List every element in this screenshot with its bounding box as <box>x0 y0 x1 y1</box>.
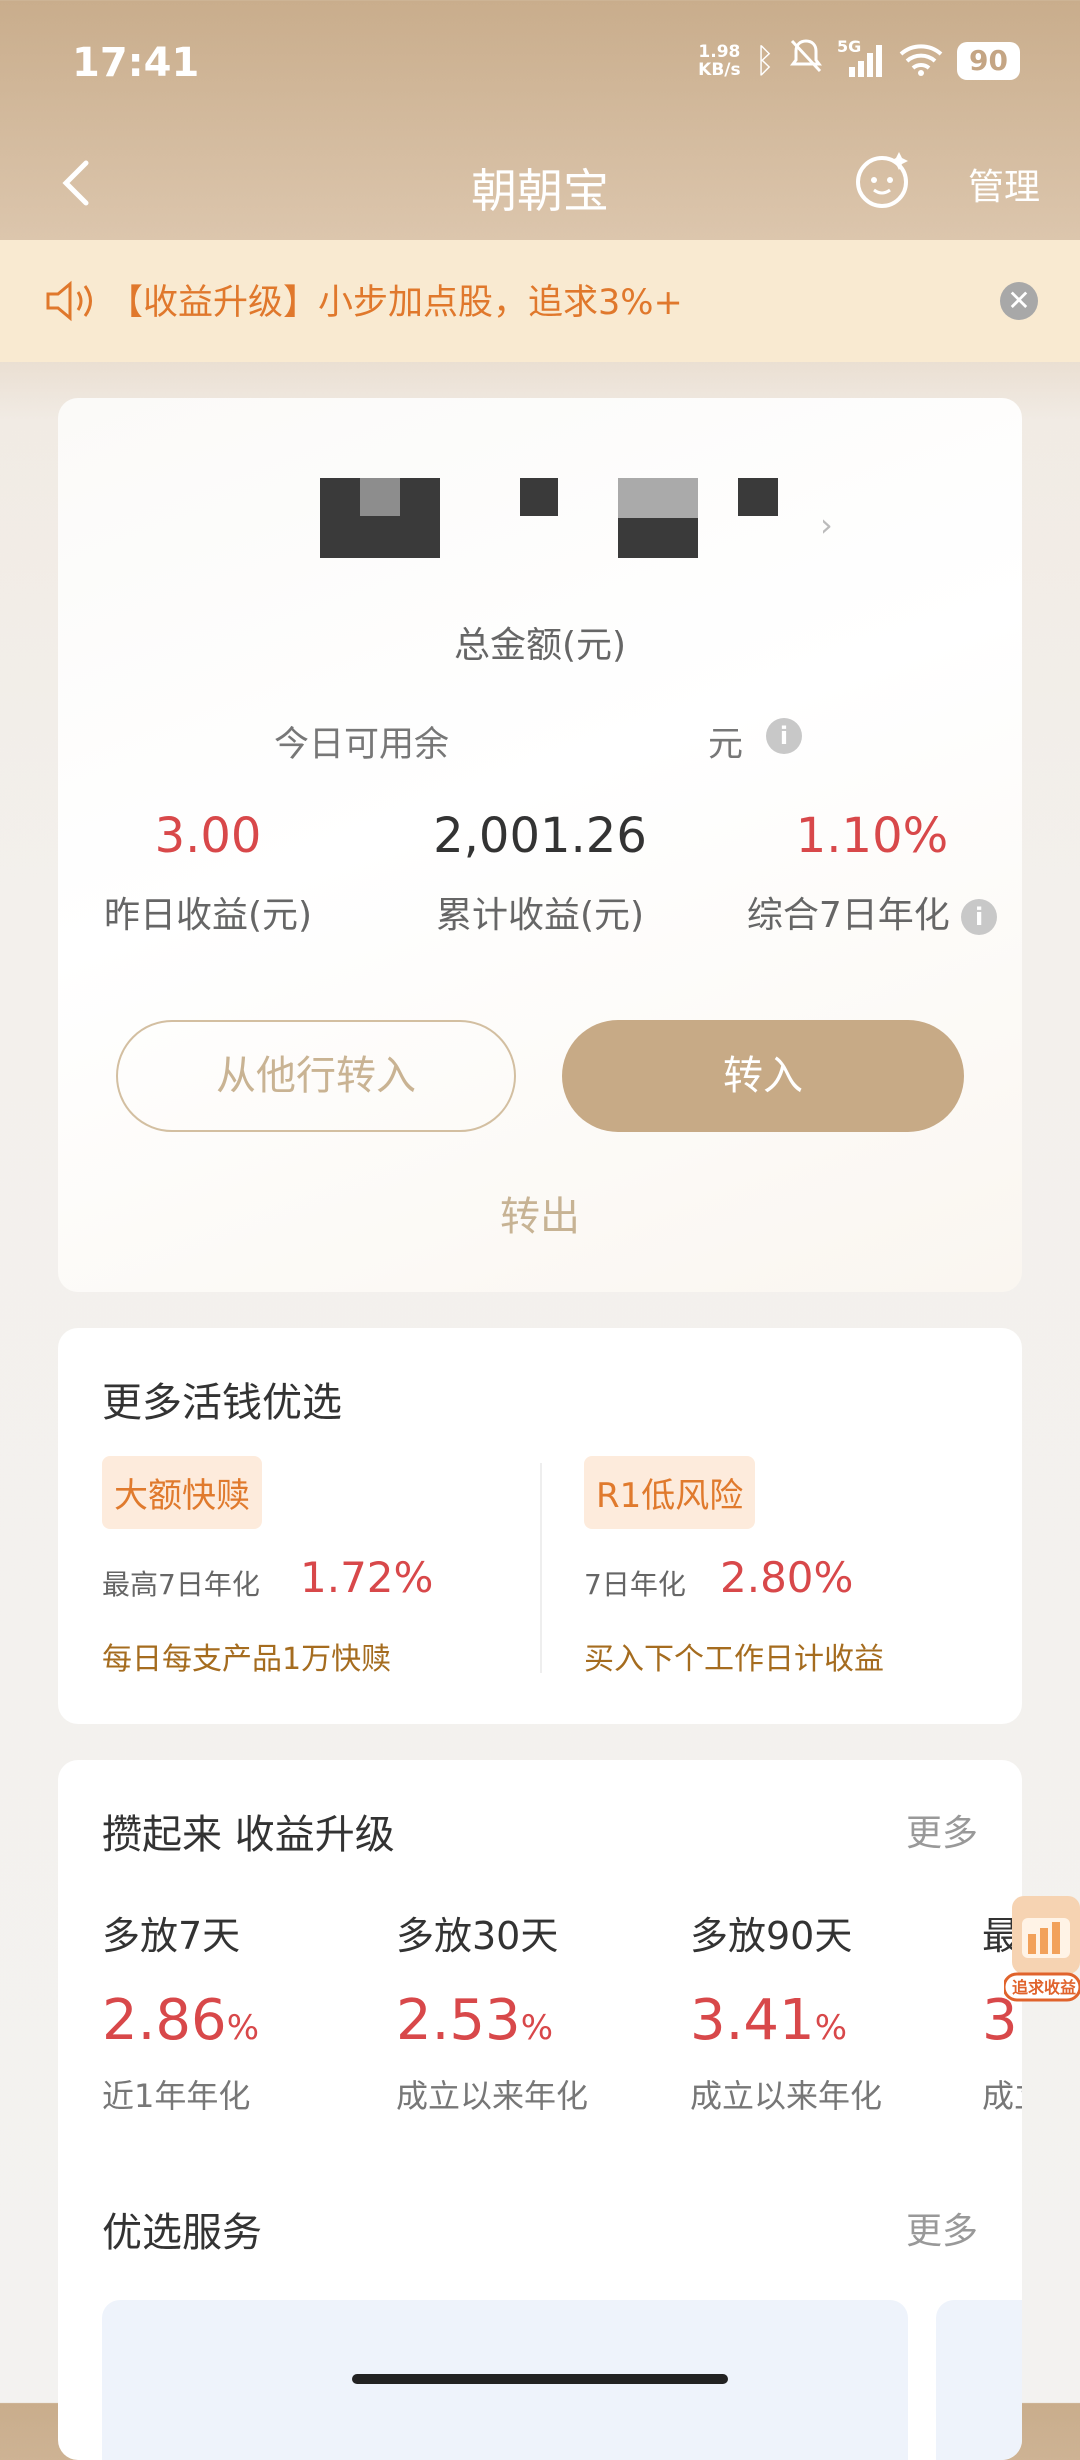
more-link[interactable]: 更多 <box>906 2202 978 2254</box>
status-bar: 17:41 1.98 KB/s ᛒ 5G 90 <box>0 0 1080 125</box>
available-balance-label: 今日可用余 <box>274 725 450 765</box>
pick-rate-label: 7日年化 <box>584 1568 686 1601</box>
status-icons: 1.98 KB/s ᛒ 5G 90 <box>698 37 1020 83</box>
assistant-robot-icon[interactable] <box>852 150 912 210</box>
cumulative-earnings: 2,001.26 累计收益(元) <box>433 808 647 936</box>
pick-rate-label: 最高7日年化 <box>102 1568 260 1601</box>
home-indicator[interactable] <box>352 2374 728 2384</box>
net-speed: 1.98 KB/s <box>698 41 741 80</box>
section-title: 更多活钱优选 <box>102 1380 342 1426</box>
transfer-from-other-bank-button[interactable]: 从他行转入 <box>116 1020 516 1132</box>
term-item[interactable]: 多放7天 2.86% 近1年年化 <box>102 1905 259 2117</box>
close-icon[interactable]: ✕ <box>1000 282 1038 320</box>
transfer-out-button[interactable]: 转出 <box>58 1184 1022 1242</box>
chevron-right-icon[interactable]: › <box>820 506 833 544</box>
pick-rate: 1.72% <box>300 1553 434 1602</box>
notice-bar[interactable]: 【收益升级】小步加点股，追求3%+ ✕ <box>0 240 1080 362</box>
info-icon[interactable]: i <box>766 718 802 754</box>
bluetooth-icon: ᛒ <box>754 40 776 81</box>
savings-upgrade-card: 攒起来 收益升级 更多 多放7天 2.86% 近1年年化 多放30天 2.53%… <box>58 1760 1022 2460</box>
page-title: 朝朝宝 <box>471 164 609 218</box>
pick-tag: R1低风险 <box>584 1456 756 1529</box>
manage-button[interactable]: 管理 <box>968 158 1040 210</box>
section-title: 攒起来 收益升级 <box>102 1812 395 1858</box>
yesterday-earnings: 3.00 昨日收益(元) <box>103 808 313 936</box>
signal-icon: 5G <box>837 37 885 79</box>
term-item[interactable]: 多放30天 2.53% 成立以来年化 <box>396 1905 588 2117</box>
nav-bar: 朝朝宝 管理 <box>0 125 1080 240</box>
status-time: 17:41 <box>72 40 200 86</box>
floating-promo-badge[interactable]: 追求收益 <box>1002 1888 1080 2008</box>
seven-day-annualized: 1.10% 综合7日年化 i <box>722 808 1022 938</box>
floating-badge-text: 追求收益 <box>1012 1978 1077 1997</box>
term-item[interactable]: 多放90天 3.41% 成立以来年化 <box>690 1905 882 2117</box>
more-picks-card: 更多活钱优选 大额快赎 最高7日年化 1.72% 每日每支产品1万快赎 R1低风… <box>58 1328 1022 1724</box>
account-card: › 总金额(元) 今日可用余 元 i 3.00 昨日收益(元) 2,001.26… <box>58 398 1022 1292</box>
service-card[interactable] <box>936 2300 1022 2460</box>
mute-bell-icon <box>789 38 823 83</box>
total-amount-label: 总金额(元) <box>453 625 627 666</box>
available-balance-unit: 元 <box>708 725 744 765</box>
services-title: 优选服务 <box>102 2210 262 2256</box>
more-link[interactable]: 更多 <box>906 1804 978 1856</box>
pick-tag: 大额快赎 <box>102 1456 262 1529</box>
notice-text[interactable]: 【收益升级】小步加点股，追求3%+ <box>108 274 683 325</box>
transfer-in-button[interactable]: 转入 <box>562 1020 964 1132</box>
battery-indicator: 90 <box>957 41 1020 80</box>
pick-desc: 买入下个工作日计收益 <box>584 1642 884 1677</box>
info-icon[interactable]: i <box>961 899 998 935</box>
speaker-icon <box>46 280 92 322</box>
wifi-icon <box>899 42 943 80</box>
pick-rate: 2.80% <box>720 1553 854 1602</box>
masked-total-amount[interactable] <box>320 478 800 558</box>
divider <box>540 1463 542 1673</box>
pick-desc: 每日每支产品1万快赎 <box>102 1642 392 1677</box>
